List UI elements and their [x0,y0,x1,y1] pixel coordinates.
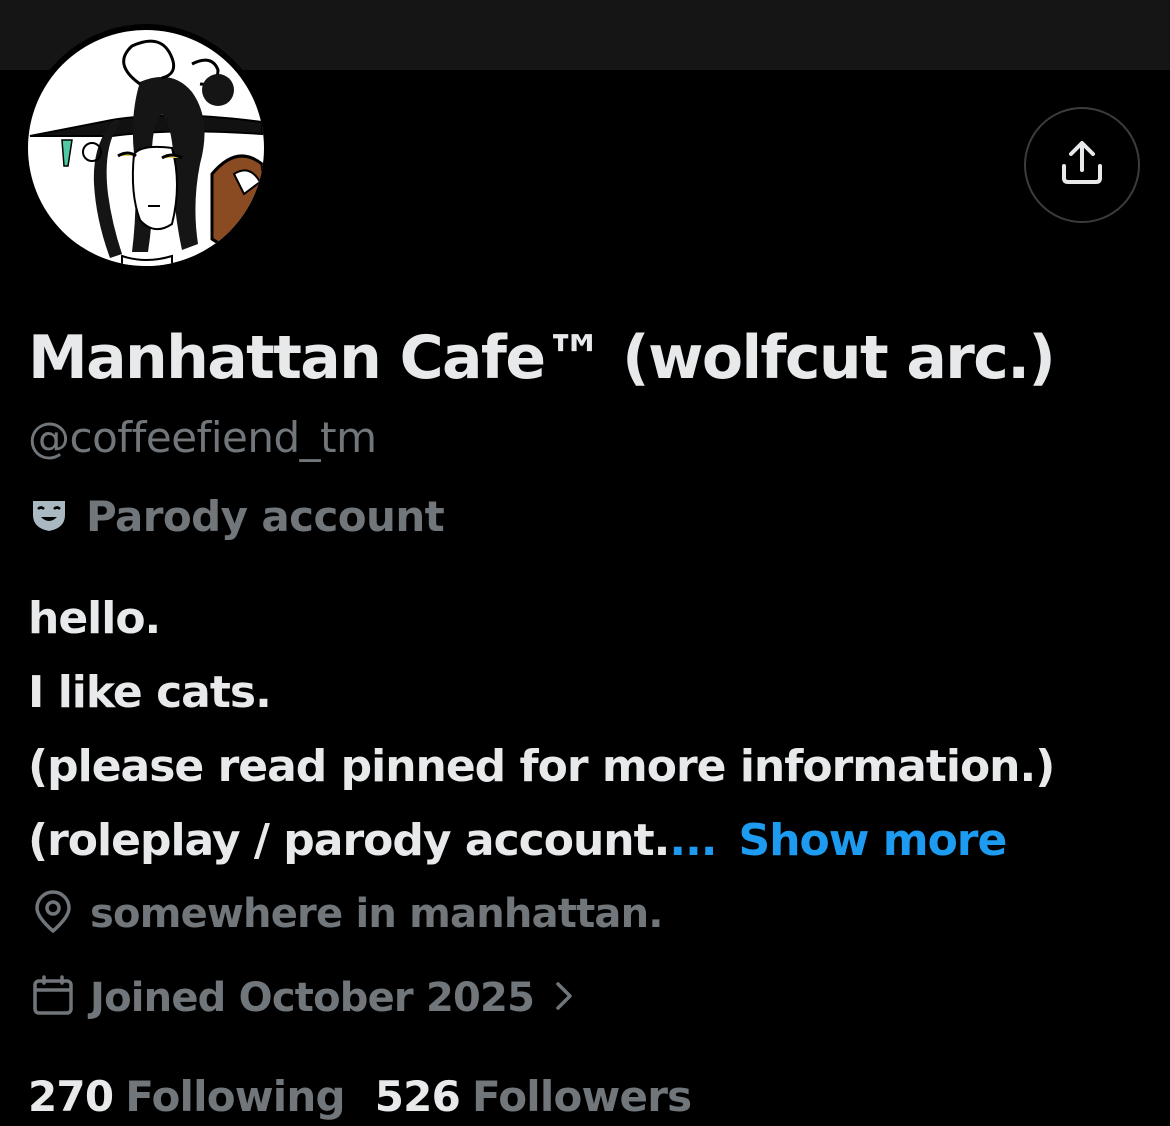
bio-ellipsis: ... [669,815,717,866]
following-stat[interactable]: 270 Following [28,1071,346,1121]
joined-row[interactable]: Joined October 2025 [30,968,576,1028]
profile-bio: hello. I like cats. (please read pinned … [28,582,1055,878]
follow-stats: 270 Following 526 Followers [28,1066,692,1126]
bio-line: (please read pinned for more information… [28,741,1055,792]
following-count: 270 [28,1071,114,1121]
followers-stat[interactable]: 526 Followers [375,1072,692,1121]
avatar-illustration [28,30,264,266]
joined-text: Joined October 2025 [90,975,535,1021]
bio-line: I like cats. [28,667,272,718]
parody-mask-icon [30,495,68,537]
followers-count: 526 [374,1071,461,1121]
parody-label-row: Parody account [30,486,445,546]
location-pin-icon [30,889,76,939]
parody-label: Parody account [86,491,445,541]
calendar-icon [30,973,76,1023]
location-text: somewhere in manhattan. [90,891,663,937]
display-name: Manhattan Cafe™ (wolfcut arc.) [28,323,1056,393]
bio-line-text: (roleplay / parody account. [28,815,670,866]
following-label: Following [125,1071,345,1121]
bio-line: hello. [28,593,161,644]
bio-line-last: (roleplay / parody account.... Show more [28,804,1054,878]
show-more-link[interactable]: Show more [739,815,1008,866]
share-button[interactable] [1024,107,1140,223]
profile-avatar[interactable] [22,24,270,272]
chevron-right-icon [552,978,576,1018]
user-handle: @coffeefiend_tm [28,413,377,462]
share-icon [1057,138,1107,192]
followers-label: Followers [472,1071,692,1121]
location-row: somewhere in manhattan. [30,884,663,944]
